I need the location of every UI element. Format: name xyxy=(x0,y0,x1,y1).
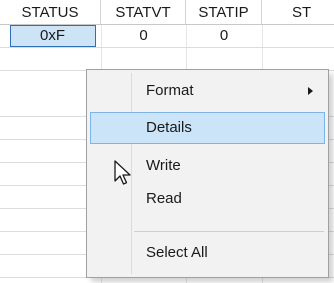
column-header-statvt[interactable]: STATVT xyxy=(101,0,186,24)
menu-item-label: Select All xyxy=(146,244,208,261)
statip-cell[interactable]: 0 xyxy=(186,25,262,47)
menu-item-select-all[interactable]: Select All xyxy=(90,237,325,269)
menu-item-label: Read xyxy=(146,190,182,207)
grid-header-row: STATUS STATVT STATIP ST xyxy=(0,0,334,25)
statvt-cell[interactable]: 0 xyxy=(101,25,186,47)
table-row[interactable]: 0xF 0 0 xyxy=(0,25,334,48)
menu-item-format[interactable]: Format xyxy=(90,75,325,107)
st-cell[interactable] xyxy=(262,25,334,47)
table-row[interactable] xyxy=(0,48,334,71)
menu-item-label: Format xyxy=(146,82,194,99)
menu-item-details[interactable]: Details xyxy=(90,112,325,144)
column-header-statip[interactable]: STATIP xyxy=(186,0,262,24)
chevron-right-icon xyxy=(308,87,313,95)
column-header-status[interactable]: STATUS xyxy=(0,0,101,24)
menu-item-label: Write xyxy=(146,157,181,174)
menu-separator xyxy=(134,231,324,232)
menu-item-label: Details xyxy=(146,119,192,136)
status-cell[interactable]: 0xF xyxy=(10,25,96,47)
arrow-pointer-icon xyxy=(114,160,131,185)
column-header-st[interactable]: ST xyxy=(262,0,334,24)
